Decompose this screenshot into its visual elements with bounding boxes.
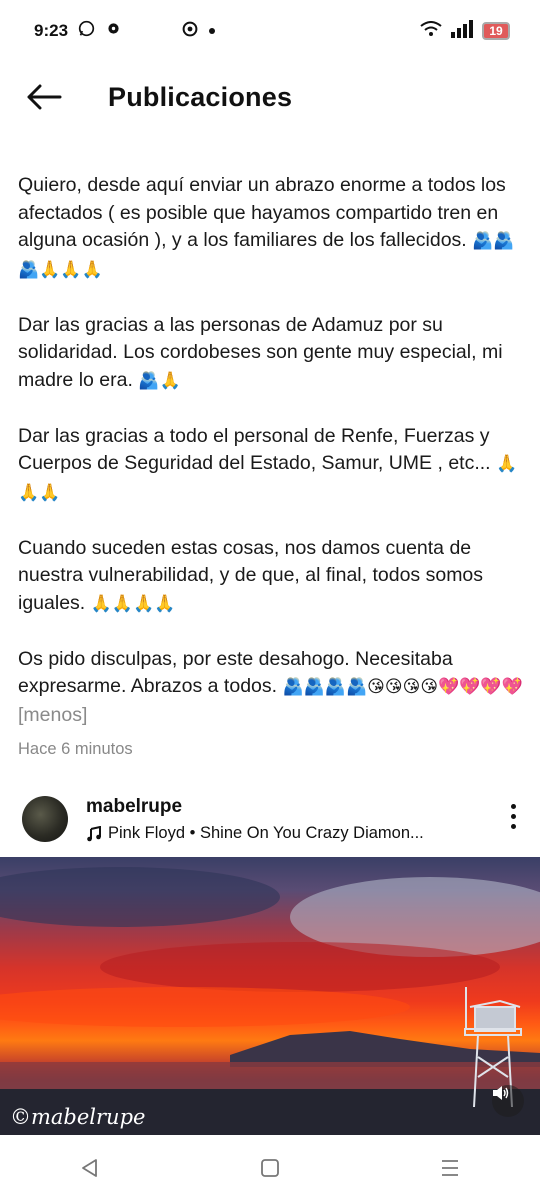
battery-indicator: 19 [482,22,510,40]
music-label: Pink Floyd • Shine On You Crazy Diamon..… [108,824,424,842]
gear-icon [105,20,122,42]
post-image[interactable]: ©mabelrupe [0,857,540,1135]
status-bar: 9:23 19 [0,0,540,62]
caption-paragraph: Dar las gracias a las personas de Adamuz… [18,313,503,391]
signal-icon [450,19,474,43]
nav-home-button[interactable] [240,1143,300,1193]
dot-icon [510,814,516,819]
next-post-header: mabelrupe Pink Floyd • Shine On You Craz… [0,790,540,852]
emoji-group: 🫂🙏 [138,370,181,391]
less-link[interactable]: [menos] [18,704,87,726]
wifi-icon [420,20,442,42]
app-header: Publicaciones [0,62,540,132]
back-button[interactable] [22,75,66,119]
status-right: 19 [420,19,510,43]
dot-icon [510,824,516,829]
caption-paragraph: Dar las gracias a todo el personal de Re… [18,424,518,503]
post-timestamp: Hace 6 minutos [18,740,133,758]
status-time: 9:23 [34,21,69,40]
status-left: 9:23 [34,20,216,42]
speaker-icon [493,1086,509,1100]
whatsapp-icon [78,20,95,42]
music-note-icon [87,825,101,841]
sunset-scene [0,867,540,1135]
emoji-group: 🫂🫂🫂🫂😘😘😘😘💖💖💖💖 [282,677,523,697]
avatar[interactable] [22,796,68,842]
image-watermark: ©mabelrupe [10,1105,146,1129]
recents-lines-icon [442,1159,458,1176]
nav-recents-button[interactable] [420,1143,480,1193]
emoji-group: 🙏🙏🙏🙏 [90,593,176,614]
username[interactable]: mabelrupe [86,796,182,818]
page-title: Publicaciones [108,81,293,112]
chrome-icon [182,21,198,42]
post-caption: Quiero, desde aquí enviar un abrazo enor… [18,172,526,757]
back-triangle-icon [82,1158,97,1177]
caption-paragraph: Quiero, desde aquí enviar un abrazo enor… [18,174,515,280]
dot-icon [510,804,516,809]
music-attribution[interactable]: Pink Floyd • Shine On You Crazy Diamon..… [86,824,424,843]
caption-paragraph: Cuando suceden estas cosas, nos damos cu… [18,536,484,614]
more-options-button[interactable] [506,804,520,836]
caption-paragraph: Os pido disculpas, por este desahogo. Ne… [18,647,523,726]
volume-button[interactable] [492,1085,524,1117]
arrow-left-icon [27,84,62,110]
dot-icon [208,22,216,40]
system-nav-bar [0,1135,540,1200]
nav-back-button[interactable] [60,1143,120,1193]
home-square-icon [261,1158,279,1177]
